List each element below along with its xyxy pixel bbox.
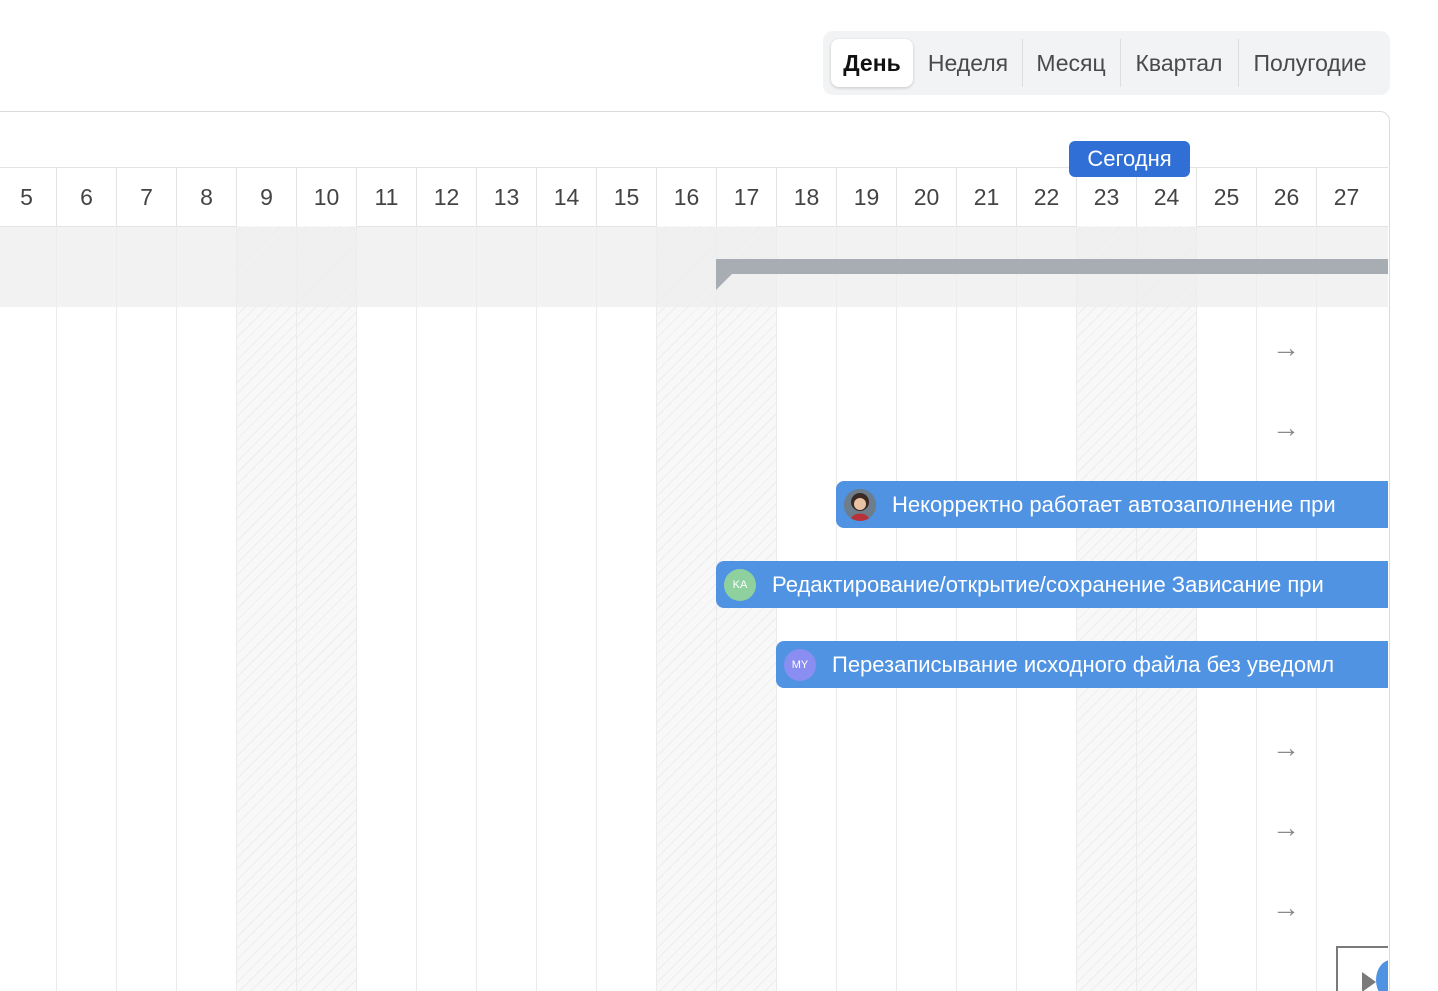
day-column-line — [56, 226, 57, 991]
today-marker: Сегодня — [1069, 141, 1190, 177]
day-header: 20 — [896, 168, 956, 226]
task-title: Редактирование/открытие/сохранение Завис… — [772, 571, 1324, 597]
day-header: 19 — [836, 168, 896, 226]
day-column-line — [776, 226, 777, 991]
day-header: 21 — [956, 168, 1016, 226]
weekend-column — [1076, 226, 1136, 991]
initials-avatar: MY — [784, 648, 816, 681]
weekend-column — [236, 226, 296, 991]
weekend-column — [716, 226, 776, 991]
scroll-to-task-arrow-icon[interactable]: → — [1270, 414, 1302, 442]
initials-avatar: KA — [724, 568, 756, 601]
day-column-line — [1016, 226, 1017, 991]
summary-bar-tail — [716, 274, 732, 290]
scroll-to-task-arrow-icon[interactable]: → — [1270, 734, 1302, 762]
day-header: 16 — [656, 168, 716, 226]
task-title: Некорректно работает автозаполнение при — [892, 491, 1336, 517]
task-bar[interactable]: MY Перезаписывание исходного файла без у… — [776, 641, 1388, 688]
day-column-line — [236, 226, 237, 991]
day-header: 14 — [536, 168, 596, 226]
scroll-to-task-arrow-icon[interactable]: → — [1270, 814, 1302, 842]
day-column-line — [956, 226, 957, 991]
day-header: 22 — [1016, 168, 1076, 226]
user-photo-icon — [844, 488, 876, 521]
day-column-line — [896, 226, 897, 991]
day-header: 27 — [1316, 168, 1376, 226]
day-column-line — [1136, 226, 1137, 991]
day-column-line — [1196, 226, 1197, 991]
day-column-line — [596, 226, 597, 991]
day-header: 12 — [416, 168, 476, 226]
summary-bar[interactable] — [716, 259, 1388, 274]
day-header: 26 — [1256, 168, 1316, 226]
weekend-column — [296, 226, 356, 991]
day-column-line — [1256, 226, 1257, 991]
day-column-line — [296, 226, 297, 991]
day-column-line — [1316, 226, 1317, 991]
scroll-to-task-arrow-icon[interactable]: → — [1270, 894, 1302, 922]
day-header: 10 — [296, 168, 356, 226]
day-header: 18 — [776, 168, 836, 226]
day-header: 15 — [596, 168, 656, 226]
gantt-screen: День Неделя Месяц Квартал Полугодие → → … — [0, 0, 1438, 991]
scroll-to-task-arrow-icon[interactable]: → — [1270, 334, 1302, 362]
day-column-line — [416, 226, 417, 991]
day-column-line — [476, 226, 477, 991]
task-bar[interactable]: Некорректно работает автозаполнение при — [836, 481, 1388, 528]
day-column-line — [116, 226, 117, 991]
day-header: 25 — [1196, 168, 1256, 226]
task-bar[interactable]: KA Редактирование/открытие/сохранение За… — [716, 561, 1388, 608]
task-title: Перезаписывание исходного файла без увед… — [832, 651, 1335, 677]
weekend-column — [1136, 226, 1196, 991]
day-header: 6 — [56, 168, 116, 226]
day-header: 9 — [236, 168, 296, 226]
day-column-line — [356, 226, 357, 991]
day-header: 11 — [356, 168, 416, 226]
day-column-line — [836, 226, 837, 991]
day-column-line — [656, 226, 657, 991]
day-column-line — [536, 226, 537, 991]
day-header: 7 — [116, 168, 176, 226]
corner-arrow-icon — [1362, 972, 1376, 991]
day-column-line — [716, 226, 717, 991]
day-column-line — [1076, 226, 1077, 991]
day-header: 17 — [716, 168, 776, 226]
day-header: 5 — [0, 168, 56, 226]
day-header: 13 — [476, 168, 536, 226]
weekend-column — [656, 226, 716, 991]
day-column-line — [176, 226, 177, 991]
day-header: 8 — [176, 168, 236, 226]
